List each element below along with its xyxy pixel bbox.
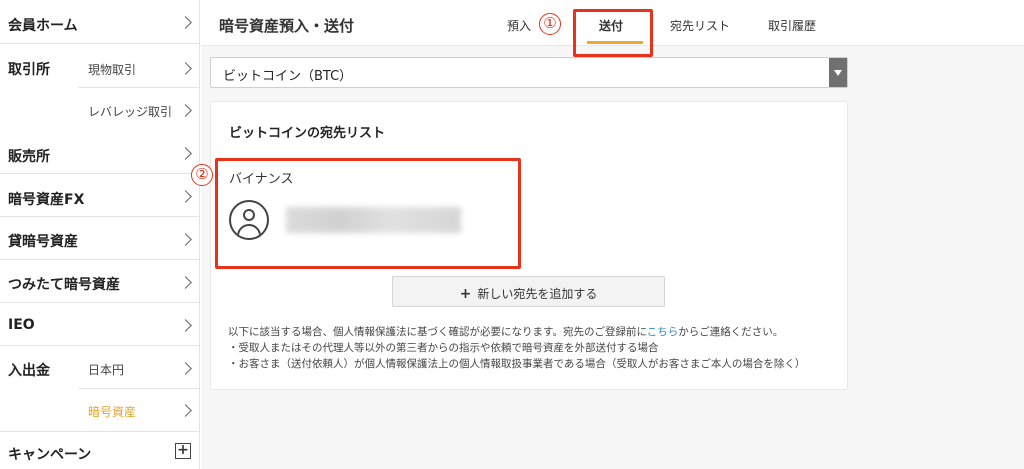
notice-line-2: ・受取人またはその代理人等以外の第三者からの指示や依頼で暗号資産を外部送付する場… — [228, 342, 659, 354]
chevron-right-icon — [179, 404, 192, 417]
sidebar-item-label: 貸暗号資産 — [8, 234, 78, 250]
currency-select-value: ビットコイン（BTC） — [223, 69, 353, 84]
divider — [78, 87, 200, 88]
main-content: 暗号資産預入・送付 預入 ① 送付 宛先リスト 取引履歴 ビットコイン（BTC）… — [191, 0, 1024, 469]
plus-icon: + — [459, 286, 472, 302]
page-header: 暗号資産預入・送付 預入 ① 送付 宛先リスト 取引履歴 — [201, 0, 1024, 57]
contact-link[interactable]: こちら — [647, 326, 679, 338]
notice-line-3: ・お客さま（送付依頼人）が個人情報保護法上の個人情報取扱事業者である場合（受取人… — [228, 358, 806, 370]
sidebar-item-shop[interactable]: 販売所 — [0, 130, 200, 174]
sidebar-item-crypto-fx[interactable]: 暗号資産FX — [0, 174, 200, 217]
chevron-right-icon — [179, 362, 192, 375]
chevron-right-icon — [179, 233, 192, 246]
chevron-right-icon — [179, 276, 192, 289]
tab-deposit[interactable]: 預入 — [507, 17, 531, 34]
address-list-card: ビットコインの宛先リスト ② バイナンス + 新しい宛先を追加する 以下に該当する… — [191, 101, 848, 390]
sidebar-item-label: キャンペーン — [8, 447, 92, 463]
chevron-right-icon — [179, 16, 192, 29]
sidebar-item-label: つみたて暗号資産 — [8, 277, 120, 293]
card-title: ビットコインの宛先リスト — [229, 126, 386, 141]
sidebar-item-crypto[interactable]: 暗号資産 — [88, 403, 136, 420]
chevron-right-icon — [179, 147, 192, 160]
sidebar-item-deposit-withdraw: 入出金 — [8, 363, 50, 379]
sidebar-item-leverage[interactable]: レバレッジ取引 — [88, 103, 172, 120]
chevron-right-icon — [179, 319, 192, 332]
sidebar-item-lending[interactable]: 貸暗号資産 — [0, 217, 200, 260]
add-address-label: + 新しい宛先を追加する — [459, 286, 598, 302]
sidebar-group-deposit-withdraw: 入出金 日本円 暗号資産 — [0, 346, 200, 432]
chevron-right-icon — [179, 190, 192, 203]
sidebar-item-campaign[interactable]: キャンペーン + — [0, 432, 200, 469]
sidebar-item-label: IEO — [8, 317, 35, 333]
add-address-button[interactable]: + 新しい宛先を追加する — [392, 276, 665, 307]
page-title: 暗号資産預入・送付 — [219, 17, 355, 35]
currency-select[interactable]: ビットコイン（BTC） — [210, 57, 848, 88]
notice-line-1: 以下に該当する場合、個人情報保護法に基づく確認が必要になります。宛先のご登録前に… — [228, 326, 784, 338]
dropdown-arrow-icon[interactable] — [829, 58, 847, 87]
annotation-highlight-1 — [573, 9, 653, 57]
divider — [78, 388, 200, 389]
annotation-number-2: ② — [191, 164, 213, 186]
sidebar-item-jpy[interactable]: 日本円 — [88, 361, 124, 378]
chevron-right-icon — [179, 104, 192, 117]
sidebar-item-member-home[interactable]: 会員ホーム — [0, 0, 200, 44]
annotation-highlight-2[interactable] — [215, 158, 521, 269]
app-root: 会員ホーム 取引所 現物取引 レバレッジ取引 販売所 暗号資産FX 貸暗号資産 … — [0, 0, 1024, 469]
chevron-right-icon — [179, 62, 192, 75]
sidebar-item-spot[interactable]: 現物取引 — [88, 61, 136, 78]
tab-history[interactable]: 取引履歴 — [768, 17, 816, 34]
sidebar-item-label: 暗号資産FX — [8, 192, 85, 208]
sidebar-item-label: 会員ホーム — [8, 18, 78, 34]
sidebar-item-tsumitate[interactable]: つみたて暗号資産 — [0, 260, 200, 303]
expand-plus-icon[interactable]: + — [175, 443, 191, 459]
sidebar: 会員ホーム 取引所 現物取引 レバレッジ取引 販売所 暗号資産FX 貸暗号資産 … — [0, 0, 200, 469]
sidebar-item-exchange: 取引所 — [8, 62, 50, 78]
annotation-number-1: ① — [539, 13, 561, 35]
sidebar-item-label: 販売所 — [8, 149, 50, 165]
tab-address-list[interactable]: 宛先リスト — [670, 17, 730, 34]
sidebar-item-ieo[interactable]: IEO — [0, 303, 200, 346]
